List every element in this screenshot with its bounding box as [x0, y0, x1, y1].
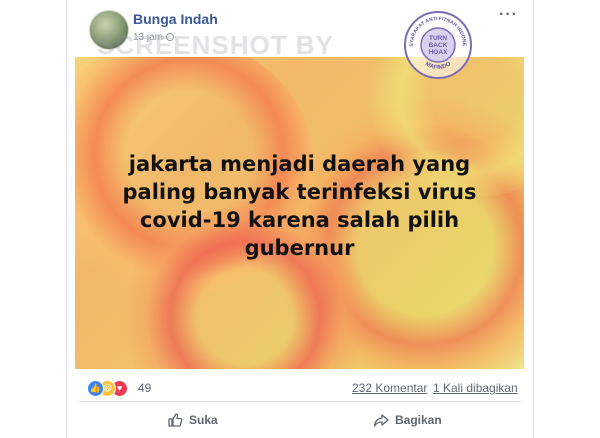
shares-count-link[interactable]: 1 Kali dibagikan	[433, 381, 518, 395]
post-image-text: jakarta menjadi daerah yang paling banya…	[122, 152, 477, 260]
timestamp-text: 13 jam	[133, 32, 164, 43]
avatar[interactable]	[89, 10, 129, 50]
like-reaction-icon[interactable]: 👍	[87, 380, 104, 397]
seal-center-line: HOAX	[429, 49, 448, 56]
post-card: Bunga Indah 13 jam ··· jakarta menjadi d…	[66, 0, 534, 438]
like-button-label: Suka	[189, 413, 218, 427]
seal-center-line: TURN	[429, 35, 447, 42]
globe-icon	[166, 33, 175, 41]
reaction-count[interactable]: 49	[138, 381, 151, 395]
share-button[interactable]: Bagikan	[373, 412, 442, 428]
post-stats: 👍 😆 ♥ 49 232 Komentar 1 Kali dibagikan	[67, 372, 533, 402]
mafindo-seal-icon: MASYARAKAT ANTI FITNAH INDONESIA TURN BA…	[403, 10, 472, 79]
author-name[interactable]: Bunga Indah	[133, 11, 218, 27]
more-options-button[interactable]: ···	[499, 6, 518, 24]
post-timestamp[interactable]: 13 jam	[133, 32, 175, 43]
comments-count-link[interactable]: 232 Komentar	[352, 381, 427, 395]
like-button[interactable]: Suka	[167, 412, 218, 428]
action-divider	[79, 401, 521, 402]
post-image[interactable]: jakarta menjadi daerah yang paling banya…	[75, 57, 524, 369]
seal-center-line: BACK	[429, 42, 448, 49]
share-arrow-icon	[373, 414, 389, 427]
thumbs-up-icon: 👍	[89, 383, 102, 393]
thumbs-up-outline-icon	[168, 413, 183, 427]
share-button-label: Bagikan	[395, 413, 442, 427]
post-actions: Suka Bagikan	[67, 405, 533, 438]
